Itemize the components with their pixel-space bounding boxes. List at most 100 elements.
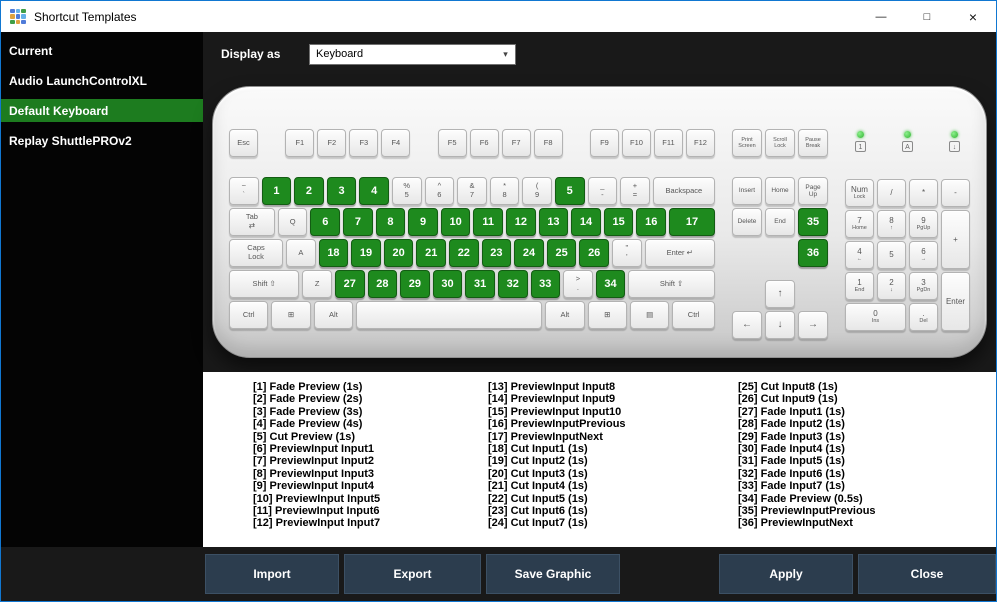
key-7: & 7 [457,177,487,205]
minimize-button[interactable]: — [858,1,904,32]
close-button[interactable]: Close [858,554,996,594]
key-esc: Esc [229,129,258,157]
shortcut-entry: [28] Fade Input2 (1s) [738,418,845,431]
shortcut-key-1: 1 [261,177,292,205]
key-9-pgup: 9 PgUp [909,210,938,238]
shortcut-key-15: 15 [603,208,634,236]
shortcut-key-23: 23 [481,239,512,267]
shortcut-key-5: 5 [554,177,585,205]
keyboard-numpad-cluster: 1 A ↓ Num Lock / * - 7 Home 8 ↑ 9 PgUp +4 ← 5 6 → 1 End 2 ↓ 3 Pg… [845,129,970,357]
shortcut-key-6: 6 [310,208,341,236]
shortcut-column: [25] Cut Input8 (1s) [26] Cut Input9 (1s)… [738,381,876,547]
key-2: 2 ↓ [877,272,906,300]
shortcut-key-12: 12 [506,208,536,236]
key-blank: + = [620,177,650,205]
shortcut-key-28: 28 [367,270,398,298]
key-tab: Tab ⇄ [229,208,275,236]
key-f3: F3 [349,129,379,157]
sidebar-item-replay-shuttleprov2[interactable]: Replay ShuttlePROv2 [1,129,203,152]
key-alt: Alt [545,301,585,329]
shortcut-key-4: 4 [359,177,389,205]
shortcut-key-17: 17 [669,208,715,236]
footer-bar: Import Export Save Graphic Apply Close [1,547,996,601]
key-f9: F9 [589,129,619,157]
sidebar-item-current[interactable]: Current [1,39,203,62]
window-title: Shortcut Templates [34,9,137,24]
logo-square [15,19,21,25]
shortcut-entry: [15] PreviewInput Input10 [488,405,622,418]
logo-square [10,8,15,14]
shortcut-entry: [1] Fade Preview (1s) [253,381,363,393]
key-blank: ⊞ [587,301,627,329]
display-as-dropdown[interactable]: Keyboard ▾ [309,43,516,65]
shortcut-column: [13] PreviewInput Input8 [14] PreviewInpu… [488,381,738,547]
key-enter: Enter [941,272,970,331]
shortcut-entry: [8] PreviewInput Input3 [253,467,375,480]
key-9: (9 [522,177,552,205]
shortcut-entry: [9] PreviewInput Input4 [253,480,375,493]
shortcut-key-29: 29 [400,270,430,298]
shortcut-entry: [13] PreviewInput Input8 [488,381,616,393]
key-shift: Shift ⇧ [628,270,715,298]
shortcut-entry: [22] Cut Input5 (1s) [488,492,588,505]
logo-square [21,19,26,25]
maximize-button[interactable]: □ [904,1,950,32]
key-f6: F6 [469,129,499,157]
logo-square [15,8,21,14]
shortcut-key-18: 18 [318,239,349,267]
sidebar-item-default-keyboard[interactable]: Default Keyboard [1,99,203,122]
key-a: A [286,239,316,267]
key-blank: ~ ` [229,177,259,205]
shortcut-entry: [31] Fade Input5 (1s) [738,455,845,468]
sidebar-item-audio-launchcontrolxl[interactable]: Audio LaunchControlXL [1,69,203,92]
template-sidebar: Current Audio LaunchControlXL Default Keyb… [1,32,203,547]
shortcut-templates-window: Shortcut Templates — □ × Current Audio La… [0,0,997,602]
import-button[interactable]: Import [205,554,339,594]
shortcut-column: [1] Fade Preview (1s) [2] Fade Preview (2… [253,381,488,547]
shortcut-entry: [33] Fade Input7 (1s) [738,480,845,493]
main-panel: Display as Keyboard ▾ Esc F1 F2 F3 F4 F5 F6 F7 F… [203,32,996,547]
shortcut-entry: [30] Fade Input4 (1s) [738,443,845,456]
shortcut-key-30: 30 [432,270,463,298]
save-graphic-button[interactable]: Save Graphic [486,554,620,594]
key-enter: Enter ↵ [644,239,715,267]
shortcut-key-27: 27 [334,270,365,298]
shortcut-entry: [18] Cut Input1 (1s) [488,443,588,456]
logo-square [10,14,15,19]
window-controls: — □ × [858,1,996,32]
key-0-ins: 0 Ins [845,303,906,331]
shortcut-entry: [10] PreviewInput Input5 [253,492,381,505]
key-blank: ▤ [629,301,670,329]
shortcut-entry: [35] PreviewInputPrevious [738,505,876,518]
shortcut-key-16: 16 [636,208,667,236]
key-blank [356,301,543,329]
key-scroll-lock: Scroll Lock [765,129,795,157]
shortcut-entry: [4] Fade Preview (4s) [253,418,363,431]
logo-square [10,19,15,25]
led-light-icon [904,131,911,138]
shortcut-key-32: 32 [497,270,528,298]
key-home: Home [765,177,795,205]
export-button[interactable]: Export [344,554,481,594]
shortcut-entry: [27] Fade Input1 (1s) [738,405,845,418]
key-f12: F12 [685,129,715,157]
key-blank: _ - [587,177,618,205]
apply-button[interactable]: Apply [719,554,853,594]
close-icon[interactable]: × [950,1,996,32]
key-blank: * [909,179,938,207]
shortcut-entry: [3] Fade Preview (3s) [253,405,363,418]
chevron-down-icon: ▾ [503,48,508,59]
shortcut-key-25: 25 [546,239,577,267]
dropdown-selected-value: Keyboard [316,48,364,60]
shortcut-key-31: 31 [465,270,495,298]
shortcut-key-34: 34 [595,270,626,298]
shortcut-entry: [14] PreviewInput Input9 [488,393,616,406]
key-alt: Alt [313,301,354,329]
shortcut-key-24: 24 [514,239,544,267]
key-ctrl: Ctrl [672,301,715,329]
key-num-lock: Num Lock [845,179,874,207]
led-glyph-icon: ↓ [949,141,960,152]
shortcut-entry: [6] PreviewInput Input1 [253,443,375,456]
key-q: Q [277,208,308,236]
shortcut-key-19: 19 [351,239,381,267]
